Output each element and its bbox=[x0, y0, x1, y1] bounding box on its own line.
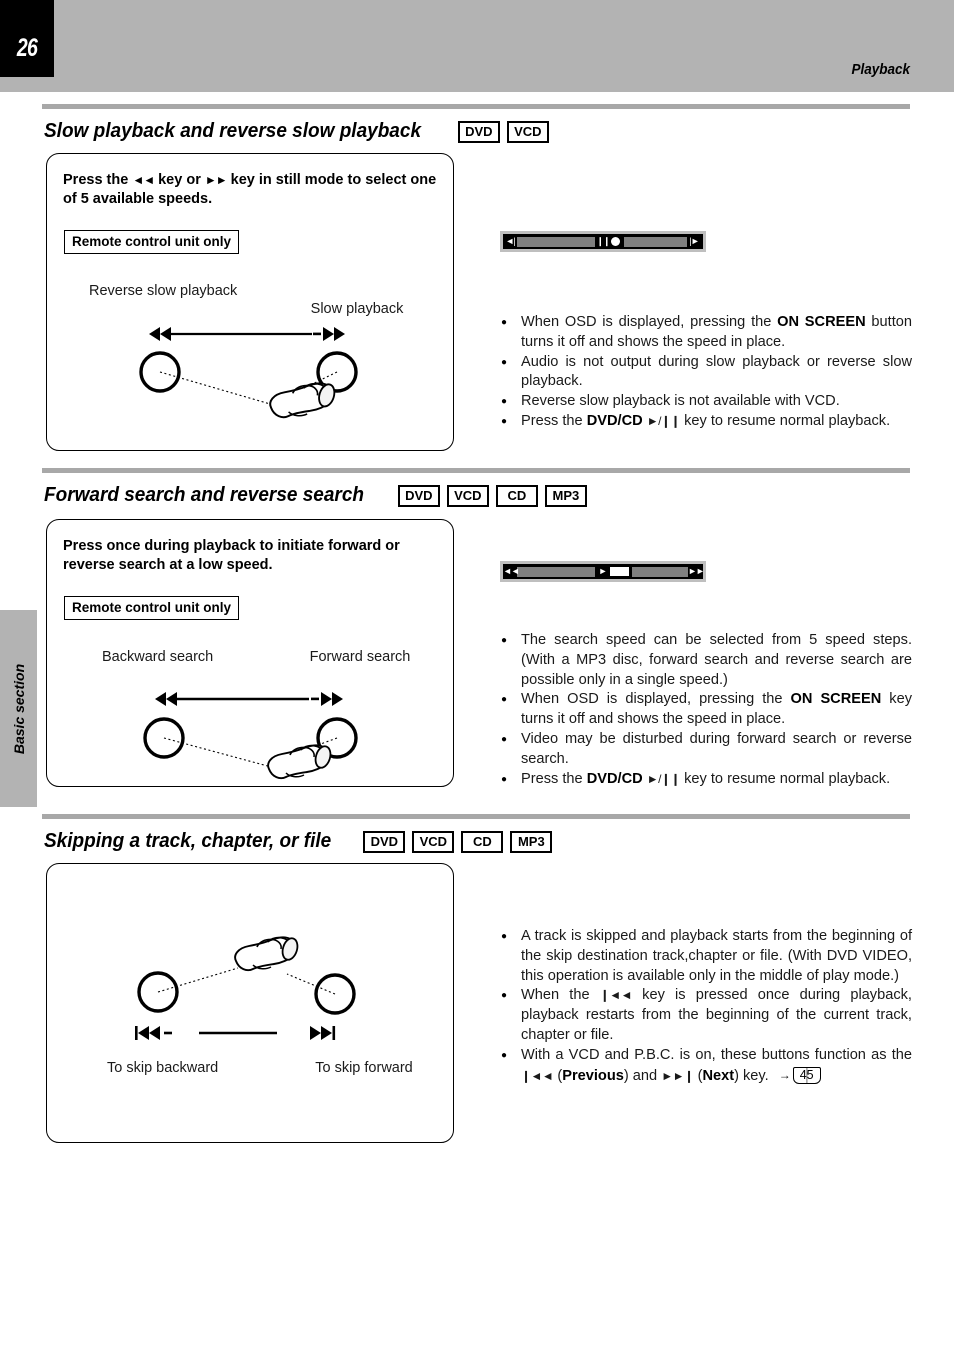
section-divider bbox=[42, 468, 910, 473]
illustration-panel: Press the ◄◄ key or ►► key in still mode… bbox=[46, 153, 454, 451]
arrow-icon: → bbox=[778, 1067, 791, 1082]
list-item: With a VCD and P.B.C. is on, these butto… bbox=[500, 1046, 912, 1086]
osd-step-back-icon: ◄| bbox=[505, 236, 515, 246]
osd-play-icon: ► bbox=[598, 566, 608, 576]
section-title: Slow playback and reverse slow playback bbox=[44, 120, 422, 142]
osd-status-bar: ◄| ❙❙ |► bbox=[500, 231, 706, 252]
osd-segment-right bbox=[632, 566, 688, 577]
osd-position-marker bbox=[610, 567, 629, 576]
osd-segment-left bbox=[517, 566, 595, 577]
list-item: Press the DVD/CD ►/❙❙ key to resume norm… bbox=[500, 412, 912, 432]
section-header: Slow playback and reverse slow playback … bbox=[44, 120, 549, 143]
list-item: The search speed can be selected from 5 … bbox=[500, 631, 912, 690]
side-tab-label: Basic section bbox=[10, 663, 27, 754]
page-header: 26 Playback bbox=[0, 0, 954, 92]
header-title: Playback bbox=[851, 61, 910, 78]
section-divider bbox=[42, 814, 910, 819]
list-item: A track is skipped and playback starts f… bbox=[500, 927, 912, 986]
diagram-forward-search: Backward search Forward search bbox=[47, 520, 453, 786]
osd-position-dot bbox=[611, 237, 620, 246]
side-tab-basic-section: Basic section bbox=[0, 610, 37, 807]
diagram-skipping: To skip backward To skip forward bbox=[47, 864, 453, 1142]
badge-dvd: DVD bbox=[397, 484, 440, 507]
badge-dvd: DVD bbox=[457, 120, 500, 143]
list-item: When OSD is displayed, pressing the ON S… bbox=[500, 313, 912, 353]
format-badges: DVD VCD CD MP3 bbox=[363, 830, 553, 853]
badge-vcd: VCD bbox=[446, 484, 489, 507]
osd-marker-group: ❙❙ bbox=[595, 234, 620, 249]
page-reference[interactable]: → 45 bbox=[779, 1066, 821, 1086]
notes-list: The search speed can be selected from 5 … bbox=[500, 631, 912, 789]
list-item: When OSD is displayed, pressing the ON S… bbox=[500, 690, 912, 730]
illustration-panel: Press once during playback to initiate f… bbox=[46, 519, 454, 787]
format-badges: DVD VCD bbox=[457, 120, 549, 143]
osd-segment-left bbox=[517, 236, 595, 247]
osd-segment-right bbox=[624, 236, 687, 247]
osd-track: ◄◄ ► ►► bbox=[503, 564, 705, 579]
osd-marker-group: ► bbox=[595, 564, 629, 579]
badge-mp3: MP3 bbox=[510, 830, 553, 853]
page-number: 26 bbox=[16, 34, 38, 62]
osd-track: ◄| ❙❙ |► bbox=[503, 234, 703, 249]
list-item: When the ❙◄◄ key is pressed once during … bbox=[500, 986, 912, 1045]
list-item: Reverse slow playback is not available w… bbox=[500, 392, 912, 412]
diagram-slow-playback: Reverse slow playback Slow playback bbox=[47, 154, 453, 450]
badge-vcd: VCD bbox=[412, 830, 455, 853]
badge-cd: CD bbox=[461, 830, 504, 853]
section-divider bbox=[42, 104, 910, 109]
section-header: Skipping a track, chapter, or file DVD V… bbox=[44, 830, 553, 853]
badge-dvd: DVD bbox=[363, 830, 406, 853]
osd-rewind-icon: ◄◄ bbox=[503, 566, 520, 576]
badge-mp3: MP3 bbox=[544, 484, 587, 507]
diagram-graphic bbox=[143, 692, 358, 780]
section-title: Skipping a track, chapter, or file bbox=[44, 830, 332, 852]
list-item: Press the DVD/CD ►/❙❙ key to resume norm… bbox=[500, 770, 912, 790]
page-reference-number: 45 bbox=[792, 1066, 821, 1084]
page-number-block: 26 bbox=[0, 0, 54, 77]
osd-step-forward-icon: |► bbox=[689, 236, 699, 246]
format-badges: DVD VCD CD MP3 bbox=[397, 484, 587, 507]
section-header: Forward search and reverse search DVD VC… bbox=[44, 484, 587, 507]
section-title: Forward search and reverse search bbox=[44, 484, 365, 506]
badge-cd: CD bbox=[495, 484, 538, 507]
osd-fast-forward-icon: ►► bbox=[688, 566, 705, 576]
illustration-panel: To skip backward To skip forward bbox=[46, 863, 454, 1143]
badge-vcd: VCD bbox=[506, 120, 549, 143]
osd-status-bar: ◄◄ ► ►► bbox=[500, 561, 706, 582]
list-item: Audio is not output during slow playback… bbox=[500, 353, 912, 393]
osd-pause-icon: ❙❙ bbox=[596, 236, 610, 246]
diagram-graphic bbox=[135, 936, 356, 1040]
notes-list: When OSD is displayed, pressing the ON S… bbox=[500, 313, 912, 432]
notes-list: A track is skipped and playback starts f… bbox=[500, 927, 912, 1086]
list-item: Video may be disturbed during forward se… bbox=[500, 730, 912, 770]
diagram-graphic bbox=[139, 327, 358, 419]
